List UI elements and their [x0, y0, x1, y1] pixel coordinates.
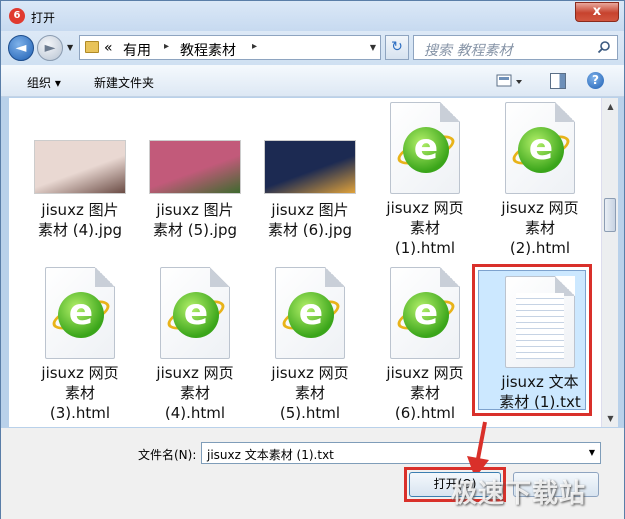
file-name: jisuxz 网页 素材 (4).html [156, 364, 234, 422]
html-file-icon: e [505, 102, 575, 194]
filename-label: 文件名(N): [138, 448, 197, 462]
file-item[interactable]: e jisuxz 网页 素材 (6).html [369, 267, 481, 423]
back-button[interactable]: ◄ [8, 35, 34, 61]
html-file-icon: e [45, 267, 115, 359]
file-item[interactable]: e jisuxz 网页 素材 (5).html [254, 267, 366, 423]
search-icon[interactable] [597, 40, 611, 54]
vertical-scrollbar[interactable]: ▲ ▼ [601, 98, 618, 427]
address-prefix[interactable]: « [104, 40, 113, 56]
file-name: jisuxz 图片 素材 (6).jpg [268, 201, 352, 239]
html-file-icon: e [160, 267, 230, 359]
file-name: jisuxz 图片 素材 (4).jpg [38, 201, 122, 239]
selected-file-highlight-box [472, 264, 592, 416]
scrollbar-thumb[interactable] [604, 198, 616, 232]
breadcrumb-separator-icon[interactable]: ▸ [252, 41, 257, 52]
html-file-icon: e [275, 267, 345, 359]
file-name: jisuxz 图片 素材 (5).jpg [153, 201, 237, 239]
breadcrumb-item-tutorial-materials[interactable]: 教程素材 [180, 40, 236, 60]
file-item[interactable]: e jisuxz 网页 素材 (2).html [484, 102, 596, 258]
help-icon[interactable]: ? [587, 72, 604, 89]
file-name: jisuxz 网页 素材 (6).html [386, 364, 464, 422]
file-item[interactable]: jisuxz 图片 素材 (6).jpg [254, 140, 366, 240]
scroll-down-icon[interactable]: ▼ [602, 410, 618, 427]
app-icon: 6 [9, 8, 25, 24]
file-item[interactable]: jisuxz 图片 素材 (5).jpg [139, 140, 251, 240]
filename-value: jisuxz 文本素材 (1).txt [207, 448, 334, 462]
file-name: jisuxz 网页 素材 (5).html [271, 364, 349, 422]
open-file-dialog: 6 打开 x ◄ ► ▼ « 有用 ▸ 教程素材 ▸ ▼ ↻ 搜索 教程素材 组… [0, 0, 625, 519]
image-thumbnail [149, 140, 241, 194]
file-name: jisuxz 网页 素材 (1).html [386, 199, 464, 257]
change-view-icon[interactable] [496, 73, 524, 89]
close-button[interactable]: x [575, 2, 619, 22]
dialog-footer: 文件名(N): jisuxz 文本素材 (1).txt ▼ 打开(O) 极速下载… [1, 421, 624, 519]
file-item[interactable]: jisuxz 图片 素材 (4).jpg [24, 140, 136, 240]
command-toolbar: 组织 ▾ 新建文件夹 ? [1, 65, 624, 97]
organize-menu[interactable]: 组织 ▾ [27, 74, 61, 91]
file-list: jisuxz 图片 素材 (4).jpg jisuxz 图片 素材 (5).jpg ji… [9, 98, 618, 427]
search-box[interactable]: 搜索 教程素材 [413, 35, 618, 60]
file-item[interactable]: jisuxz 文本 素材 (1).txt [472, 264, 596, 416]
watermark: 极速下载站 [451, 479, 587, 509]
folder-icon [85, 41, 99, 53]
new-folder-button[interactable]: 新建文件夹 [94, 74, 154, 91]
preview-pane-icon[interactable] [550, 73, 566, 89]
file-item[interactable]: e jisuxz 网页 素材 (4).html [139, 267, 251, 423]
scroll-up-icon[interactable]: ▲ [602, 98, 618, 115]
address-dropdown-icon[interactable]: ▼ [370, 43, 376, 52]
refresh-button[interactable]: ↻ [385, 35, 409, 60]
navigation-bar: ◄ ► ▼ « 有用 ▸ 教程素材 ▸ ▼ ↻ 搜索 教程素材 [1, 31, 624, 65]
file-name: jisuxz 网页 素材 (2).html [501, 199, 579, 257]
file-item[interactable]: e jisuxz 网页 素材 (1).html [369, 102, 481, 258]
window-title: 打开 [31, 11, 56, 25]
image-thumbnail [34, 140, 126, 194]
search-placeholder: 搜索 教程素材 [424, 43, 513, 59]
breadcrumb-item-useful[interactable]: 有用 [123, 40, 151, 60]
file-name: jisuxz 网页 素材 (3).html [41, 364, 119, 422]
filename-input[interactable]: jisuxz 文本素材 (1).txt ▼ [201, 442, 601, 464]
image-thumbnail [264, 140, 356, 194]
html-file-icon: e [390, 267, 460, 359]
recent-locations-dropdown-icon[interactable]: ▼ [67, 43, 73, 52]
title-bar: 6 打开 x [1, 1, 624, 31]
html-file-icon: e [390, 102, 460, 194]
breadcrumb-separator-icon[interactable]: ▸ [164, 41, 169, 52]
address-bar[interactable]: « 有用 ▸ 教程素材 ▸ ▼ [79, 35, 381, 60]
filename-dropdown-icon[interactable]: ▼ [589, 448, 595, 457]
forward-button[interactable]: ► [37, 35, 63, 61]
file-item[interactable]: e jisuxz 网页 素材 (3).html [24, 267, 136, 423]
